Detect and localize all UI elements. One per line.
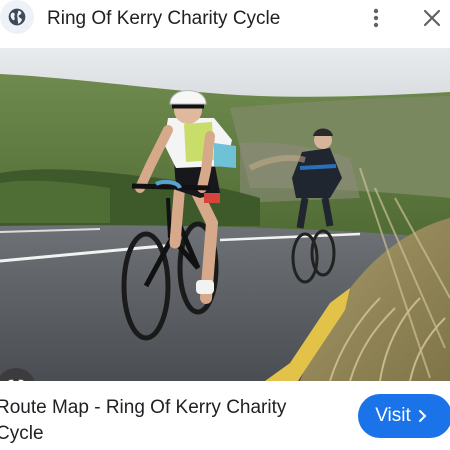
close-button[interactable]: [420, 6, 444, 30]
globe-icon: [8, 8, 26, 26]
cyclists-photo: [0, 48, 450, 381]
header-bar: Ring Of Kerry Charity Cycle: [0, 0, 450, 38]
more-options-button[interactable]: [366, 6, 386, 30]
page-title: Ring Of Kerry Charity Cycle: [47, 8, 281, 29]
result-caption[interactable]: Route Map - Ring Of Kerry Charity Cycle: [0, 395, 336, 447]
visit-label: Visit: [375, 405, 411, 426]
close-icon: [423, 9, 441, 27]
google-lens-icon: [8, 379, 24, 381]
chevron-right-icon: [418, 410, 427, 422]
visit-button[interactable]: Visit: [358, 394, 450, 438]
more-vert-icon: [373, 8, 379, 28]
preview-image[interactable]: [0, 48, 450, 381]
site-favicon: [0, 0, 34, 34]
